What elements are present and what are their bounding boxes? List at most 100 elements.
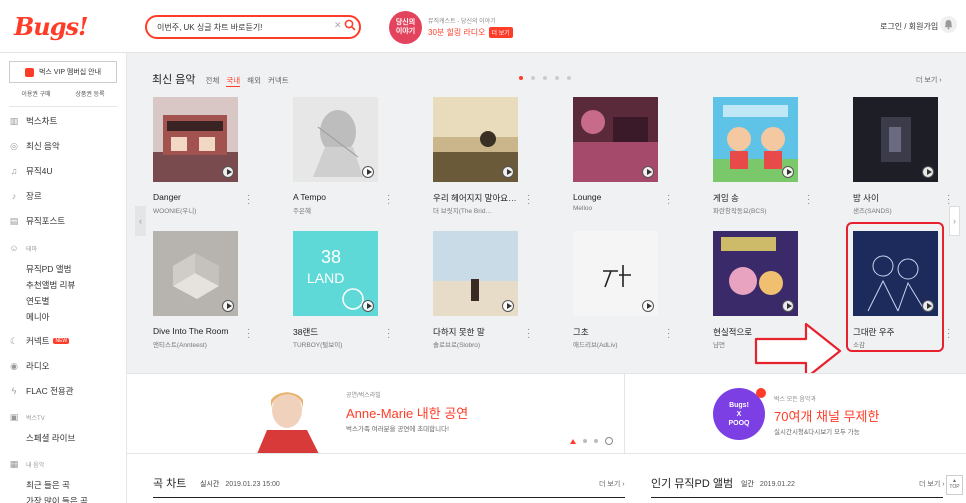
sidebar-item-genre[interactable]: ♪ 장르: [9, 190, 42, 202]
more-options-icon[interactable]: ···: [387, 191, 390, 209]
album-artist[interactable]: 솔로브로(Slobro): [433, 339, 518, 349]
more-options-icon[interactable]: ···: [947, 325, 950, 343]
album-cover[interactable]: [573, 97, 658, 182]
sidebar-item-latest[interactable]: ◎ 최신 음악: [9, 140, 60, 152]
search-input[interactable]: [157, 20, 327, 35]
album-cover[interactable]: [433, 231, 518, 316]
anne-marie-photo[interactable]: [257, 382, 327, 454]
sidebar-item-review[interactable]: 추천앨범 리뷰: [26, 279, 75, 291]
play-icon[interactable]: [222, 166, 234, 178]
bell-icon[interactable]: [940, 16, 957, 33]
album-cover[interactable]: [573, 231, 658, 316]
search-icon[interactable]: [344, 19, 356, 31]
tab-all[interactable]: 전체: [206, 75, 220, 86]
banner-dot[interactable]: [583, 439, 587, 443]
album-cover[interactable]: [153, 231, 238, 316]
carousel-dot[interactable]: [543, 76, 547, 80]
carousel-dot[interactable]: [519, 76, 523, 80]
more-options-icon[interactable]: ···: [247, 325, 250, 343]
search-box[interactable]: ✕: [145, 15, 361, 39]
album-title[interactable]: A Tempo: [293, 192, 378, 202]
scroll-top-button[interactable]: ▲ TOP: [946, 475, 963, 495]
clear-icon[interactable]: ✕: [334, 20, 342, 31]
play-icon[interactable]: [502, 166, 514, 178]
album-artist[interactable]: 샌즈(SANDS): [853, 205, 938, 215]
banner-dot[interactable]: [570, 438, 576, 444]
pooq-title[interactable]: 70여개 채널 무제한: [774, 406, 879, 425]
promo-title[interactable]: 30분 힐링 라디오 더 보기: [428, 27, 513, 38]
sidebar-item-chart[interactable]: ▥ 벅스차트: [9, 115, 58, 127]
sidebar-item-recent[interactable]: 최근 들은 곡: [26, 479, 70, 491]
play-icon[interactable]: [782, 166, 794, 178]
play-icon[interactable]: [222, 300, 234, 312]
banner-dot[interactable]: [594, 439, 598, 443]
sidebar-item-special-live[interactable]: 스페셜 라이브: [26, 432, 75, 444]
album-artist[interactable]: TURBOY(털보이): [293, 339, 378, 349]
album-cover[interactable]: [713, 97, 798, 182]
album-title[interactable]: Lounge: [573, 192, 658, 202]
sidebar-item-musicpd[interactable]: 뮤직PD 앨범: [26, 263, 71, 275]
sidebar-item-radio[interactable]: ◉ 라디오: [9, 360, 49, 372]
play-icon[interactable]: [642, 300, 654, 312]
pd-period-label[interactable]: 일간: [741, 481, 754, 488]
play-icon[interactable]: [362, 300, 374, 312]
more-options-icon[interactable]: ···: [807, 191, 810, 209]
more-options-icon[interactable]: ···: [527, 191, 530, 209]
carousel-dot[interactable]: [555, 76, 559, 80]
album-artist[interactable]: WOONIE(우니): [153, 205, 238, 215]
bugs-logo[interactable]: Bugs!: [14, 12, 89, 41]
carousel-dot[interactable]: [567, 76, 571, 80]
album-title[interactable]: 게임 송: [713, 192, 798, 204]
album-title[interactable]: 38랜드: [293, 326, 378, 338]
more-options-icon[interactable]: ···: [667, 325, 670, 343]
album-title[interactable]: 밤 사이: [853, 192, 938, 204]
album-cover[interactable]: [853, 97, 938, 182]
album-title[interactable]: 우리 헤어지지 말아요…: [433, 192, 518, 204]
play-icon[interactable]: [502, 300, 514, 312]
more-options-icon[interactable]: ···: [247, 191, 250, 209]
album-cover[interactable]: [153, 97, 238, 182]
sidebar-item-flac[interactable]: ϟ FLAC 전용관: [9, 385, 74, 397]
latest-more-link[interactable]: 더 보기 ›: [916, 75, 942, 85]
vip-membership-button[interactable]: 벅스 VIP 멤버십 안내: [9, 61, 117, 83]
more-options-icon[interactable]: ···: [387, 325, 390, 343]
album-title[interactable]: Danger: [153, 192, 238, 202]
concert-title[interactable]: Anne-Marie 내한 공연: [346, 403, 468, 422]
album-artist[interactable]: Melloo: [573, 205, 658, 212]
play-icon[interactable]: [362, 166, 374, 178]
album-title[interactable]: 다하지 못한 말: [433, 326, 518, 338]
chart-more-link[interactable]: 더 보기 ›: [599, 479, 625, 489]
more-options-icon[interactable]: ···: [527, 325, 530, 343]
register-voucher-link[interactable]: 상품권 등록: [75, 89, 104, 98]
album-artist[interactable]: 애드리브(AdLiv): [573, 339, 658, 349]
album-cover[interactable]: [433, 97, 518, 182]
tab-overseas[interactable]: 해외: [247, 75, 261, 86]
next-arrow-icon[interactable]: ›: [949, 206, 960, 236]
play-icon[interactable]: [642, 166, 654, 178]
album-title[interactable]: 그초: [573, 326, 658, 338]
pause-icon[interactable]: [605, 437, 613, 445]
prev-arrow-icon[interactable]: ‹: [135, 206, 146, 236]
play-icon[interactable]: [922, 166, 934, 178]
sidebar-item-connect[interactable]: ☾ 커넥트 NEW: [9, 335, 70, 347]
pd-more-link[interactable]: 더 보기 ›: [919, 479, 945, 489]
more-options-icon[interactable]: ···: [667, 191, 670, 209]
chart-period-label[interactable]: 실시간: [200, 481, 219, 488]
album-artist[interactable]: 더 브릿지(The Brid…: [433, 205, 518, 215]
album-cover[interactable]: [293, 97, 378, 182]
album-artist[interactable]: 파란창작동요(BCS): [713, 205, 798, 215]
sidebar-item-yearly[interactable]: 연도별: [26, 295, 49, 307]
sidebar-item-music4u[interactable]: ♫ 뮤직4U: [9, 165, 53, 177]
promo-more-tag[interactable]: 더 보기: [488, 27, 513, 38]
sidebar-item-musicpost[interactable]: ▤ 뮤직포스트: [9, 215, 65, 227]
sidebar-item-mania[interactable]: 메니아: [26, 311, 49, 323]
tab-domestic[interactable]: 국내: [226, 75, 241, 87]
more-options-icon[interactable]: ···: [947, 191, 950, 209]
album-cover[interactable]: 38 LAND: [293, 231, 378, 316]
buy-ticket-link[interactable]: 이용권 구매: [21, 89, 50, 98]
album-artist[interactable]: 주은혜: [293, 205, 378, 215]
play-icon[interactable]: [782, 300, 794, 312]
album-cover[interactable]: [713, 231, 798, 316]
radio-promo-badge[interactable]: 당신의 이야기: [389, 11, 422, 44]
album-artist[interactable]: 앤티스트(Annteest): [153, 339, 238, 349]
